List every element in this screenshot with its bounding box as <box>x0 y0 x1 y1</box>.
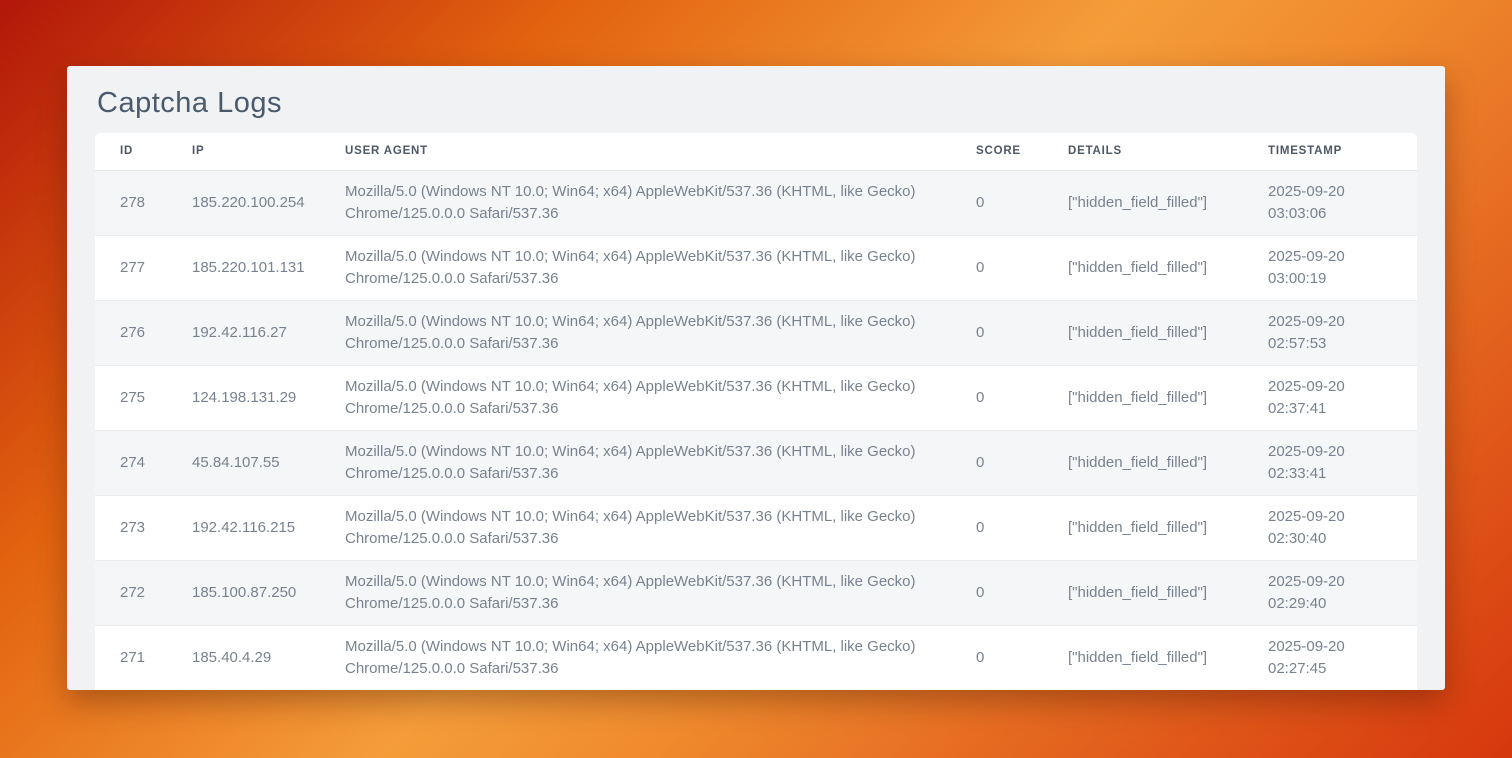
table-row: 275 124.198.131.29 Mozilla/5.0 (Windows … <box>95 365 1417 430</box>
cell-ip: 185.100.87.250 <box>167 560 320 625</box>
column-header-id: ID <box>95 133 167 170</box>
column-header-details: DETAILS <box>1043 133 1243 170</box>
cell-timestamp: 2025-09-20 02:33:41 <box>1243 430 1417 495</box>
table-row: 274 45.84.107.55 Mozilla/5.0 (Windows NT… <box>95 430 1417 495</box>
cell-score: 0 <box>951 300 1043 365</box>
logs-table: ID IP USER AGENT SCORE DETAILS TIMESTAMP… <box>95 133 1417 690</box>
table-row: 273 192.42.116.215 Mozilla/5.0 (Windows … <box>95 495 1417 560</box>
cell-details: ["hidden_field_filled"] <box>1043 430 1243 495</box>
column-header-user-agent: USER AGENT <box>320 133 951 170</box>
cell-id: 271 <box>95 625 167 690</box>
cell-details: ["hidden_field_filled"] <box>1043 235 1243 300</box>
cell-ip: 185.220.100.254 <box>167 170 320 235</box>
cell-score: 0 <box>951 365 1043 430</box>
cell-timestamp: 2025-09-20 03:03:06 <box>1243 170 1417 235</box>
table-body: 278 185.220.100.254 Mozilla/5.0 (Windows… <box>95 170 1417 690</box>
cell-user-agent: Mozilla/5.0 (Windows NT 10.0; Win64; x64… <box>320 365 951 430</box>
cell-timestamp: 2025-09-20 02:27:45 <box>1243 625 1417 690</box>
cell-id: 277 <box>95 235 167 300</box>
table-row: 272 185.100.87.250 Mozilla/5.0 (Windows … <box>95 560 1417 625</box>
cell-user-agent: Mozilla/5.0 (Windows NT 10.0; Win64; x64… <box>320 300 951 365</box>
captcha-logs-card: Captcha Logs ID IP USER AGENT SCORE DETA… <box>67 66 1445 690</box>
cell-score: 0 <box>951 495 1043 560</box>
cell-score: 0 <box>951 235 1043 300</box>
cell-ip: 45.84.107.55 <box>167 430 320 495</box>
cell-timestamp: 2025-09-20 02:30:40 <box>1243 495 1417 560</box>
page-title: Captcha Logs <box>97 88 1415 119</box>
cell-user-agent: Mozilla/5.0 (Windows NT 10.0; Win64; x64… <box>320 625 951 690</box>
cell-score: 0 <box>951 625 1043 690</box>
column-header-score: SCORE <box>951 133 1043 170</box>
cell-timestamp: 2025-09-20 03:00:19 <box>1243 235 1417 300</box>
cell-id: 273 <box>95 495 167 560</box>
logs-table-container: ID IP USER AGENT SCORE DETAILS TIMESTAMP… <box>95 133 1417 690</box>
cell-user-agent: Mozilla/5.0 (Windows NT 10.0; Win64; x64… <box>320 430 951 495</box>
cell-timestamp: 2025-09-20 02:29:40 <box>1243 560 1417 625</box>
cell-ip: 192.42.116.27 <box>167 300 320 365</box>
table-row: 276 192.42.116.27 Mozilla/5.0 (Windows N… <box>95 300 1417 365</box>
cell-id: 275 <box>95 365 167 430</box>
cell-details: ["hidden_field_filled"] <box>1043 365 1243 430</box>
cell-ip: 192.42.116.215 <box>167 495 320 560</box>
cell-id: 276 <box>95 300 167 365</box>
cell-details: ["hidden_field_filled"] <box>1043 495 1243 560</box>
table-row: 271 185.40.4.29 Mozilla/5.0 (Windows NT … <box>95 625 1417 690</box>
cell-details: ["hidden_field_filled"] <box>1043 625 1243 690</box>
cell-user-agent: Mozilla/5.0 (Windows NT 10.0; Win64; x64… <box>320 235 951 300</box>
table-row: 278 185.220.100.254 Mozilla/5.0 (Windows… <box>95 170 1417 235</box>
table-row: 277 185.220.101.131 Mozilla/5.0 (Windows… <box>95 235 1417 300</box>
cell-timestamp: 2025-09-20 02:37:41 <box>1243 365 1417 430</box>
column-header-timestamp: TIMESTAMP <box>1243 133 1417 170</box>
cell-ip: 185.40.4.29 <box>167 625 320 690</box>
cell-user-agent: Mozilla/5.0 (Windows NT 10.0; Win64; x64… <box>320 560 951 625</box>
column-header-ip: IP <box>167 133 320 170</box>
cell-details: ["hidden_field_filled"] <box>1043 300 1243 365</box>
cell-score: 0 <box>951 560 1043 625</box>
cell-details: ["hidden_field_filled"] <box>1043 560 1243 625</box>
cell-score: 0 <box>951 170 1043 235</box>
cell-id: 272 <box>95 560 167 625</box>
cell-details: ["hidden_field_filled"] <box>1043 170 1243 235</box>
cell-id: 274 <box>95 430 167 495</box>
cell-ip: 124.198.131.29 <box>167 365 320 430</box>
table-header: ID IP USER AGENT SCORE DETAILS TIMESTAMP <box>95 133 1417 170</box>
cell-ip: 185.220.101.131 <box>167 235 320 300</box>
cell-user-agent: Mozilla/5.0 (Windows NT 10.0; Win64; x64… <box>320 170 951 235</box>
cell-score: 0 <box>951 430 1043 495</box>
cell-id: 278 <box>95 170 167 235</box>
cell-timestamp: 2025-09-20 02:57:53 <box>1243 300 1417 365</box>
cell-user-agent: Mozilla/5.0 (Windows NT 10.0; Win64; x64… <box>320 495 951 560</box>
